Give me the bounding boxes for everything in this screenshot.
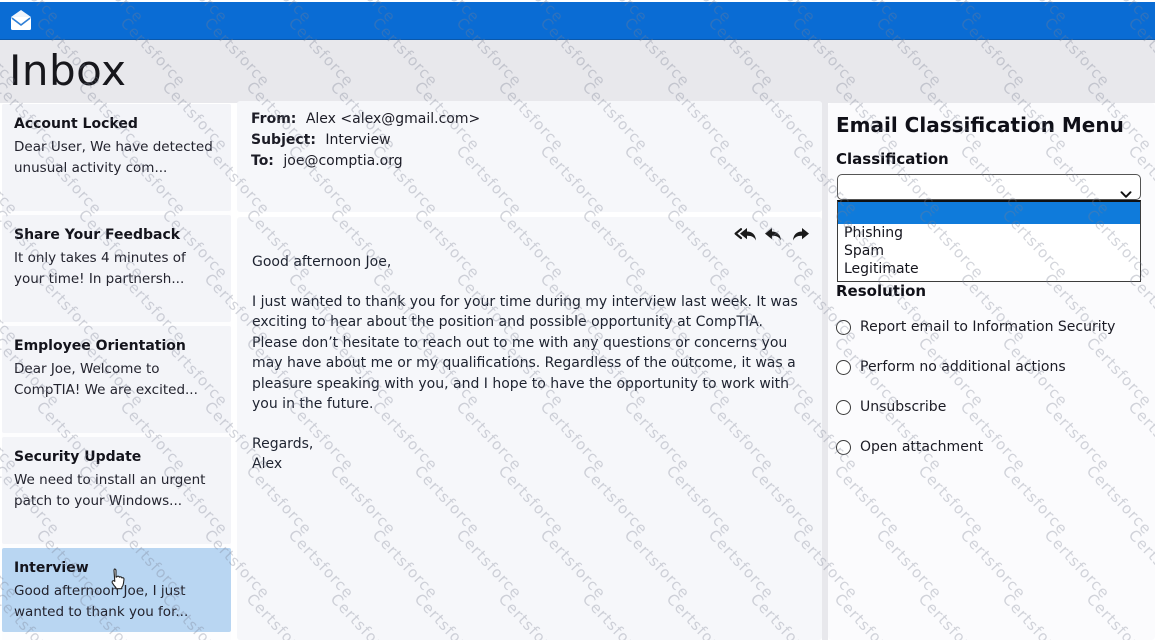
email-title: Account Locked: [14, 115, 219, 134]
inbox-item-security-update[interactable]: Security Update We need to install an ur…: [2, 437, 231, 544]
classification-option-phishing[interactable]: Phishing: [838, 224, 1140, 242]
email-signoff: Regards,: [252, 434, 808, 455]
email-preview: It only takes 4 minutes of your time! In…: [14, 248, 219, 290]
inbox-item-account-locked[interactable]: Account Locked Dear User, We have detect…: [2, 104, 231, 211]
email-signature: Alex: [252, 454, 808, 475]
radio-label: Report email to Information Security: [860, 319, 1115, 335]
page-title: Inbox: [9, 46, 126, 95]
email-app-window: Inbox Account Locked Dear User, We have …: [0, 0, 1155, 640]
classification-label: Classification: [836, 150, 949, 168]
classification-option-spam[interactable]: Spam: [838, 242, 1140, 260]
radio-label: Unsubscribe: [860, 399, 946, 415]
email-preview: We need to install an urgent patch to yo…: [14, 470, 219, 512]
email-title: Employee Orientation: [14, 337, 219, 356]
radio-circle-icon: [836, 440, 851, 455]
mail-logo-icon: [8, 7, 34, 33]
classification-select[interactable]: [837, 174, 1141, 200]
to-label: To:: [251, 153, 274, 169]
subject-value: Interview: [325, 132, 390, 148]
inbox-list: Account Locked Dear User, We have detect…: [2, 104, 231, 640]
radio-circle-icon: [836, 320, 851, 335]
inbox-item-share-your-feedback[interactable]: Share Your Feedback It only takes 4 minu…: [2, 215, 231, 322]
to-value: joe@comptia.org: [283, 153, 402, 169]
app-top-bar: [0, 2, 1155, 40]
from-value: Alex <alex@gmail.com>: [306, 111, 480, 127]
email-subject-row: Subject: Interview: [251, 130, 822, 151]
classification-options-listbox: Phishing Spam Legitimate: [837, 200, 1141, 282]
resolution-radio-open-attachment[interactable]: Open attachment: [836, 437, 983, 457]
email-to-row: To: joe@comptia.org: [251, 151, 822, 172]
email-from-row: From: Alex <alex@gmail.com>: [251, 109, 822, 130]
resolution-radio-report-email[interactable]: Report email to Information Security: [836, 317, 1115, 337]
classification-option-legitimate[interactable]: Legitimate: [838, 260, 1140, 278]
email-title: Security Update: [14, 448, 219, 467]
email-body-pane: Good afternoon Joe, I just wanted to tha…: [237, 217, 822, 640]
radio-circle-icon: [836, 360, 851, 375]
email-preview: Dear Joe, Welcome to CompTIA! We are exc…: [14, 359, 219, 401]
radio-label: Open attachment: [860, 439, 983, 455]
reply-all-icon[interactable]: [734, 226, 756, 244]
email-title: Share Your Feedback: [14, 226, 219, 245]
resolution-radio-unsubscribe[interactable]: Unsubscribe: [836, 397, 946, 417]
radio-circle-icon: [836, 400, 851, 415]
classification-option-empty[interactable]: [838, 202, 1140, 224]
forward-icon[interactable]: [790, 226, 812, 244]
cursor-pointer-icon: [110, 568, 126, 594]
reply-icon[interactable]: [762, 226, 784, 244]
email-header-pane: From: Alex <alex@gmail.com> Subject: Int…: [237, 101, 822, 212]
email-toolbar: [734, 226, 812, 244]
panel-title: Email Classification Menu: [836, 113, 1124, 137]
email-paragraph: I just wanted to thank you for your time…: [252, 292, 808, 415]
subject-label: Subject:: [251, 132, 316, 148]
email-classification-panel: Email Classification Menu Classification…: [828, 103, 1155, 640]
radio-label: Perform no additional actions: [860, 359, 1066, 375]
email-preview: Dear User, We have detected unusual acti…: [14, 137, 219, 179]
from-label: From:: [251, 111, 296, 127]
email-greeting: Good afternoon Joe,: [252, 252, 808, 273]
inbox-item-employee-orientation[interactable]: Employee Orientation Dear Joe, Welcome t…: [2, 326, 231, 433]
resolution-radio-no-additional-actions[interactable]: Perform no additional actions: [836, 357, 1066, 377]
resolution-label: Resolution: [836, 282, 926, 300]
page-header: Inbox: [0, 40, 1155, 103]
